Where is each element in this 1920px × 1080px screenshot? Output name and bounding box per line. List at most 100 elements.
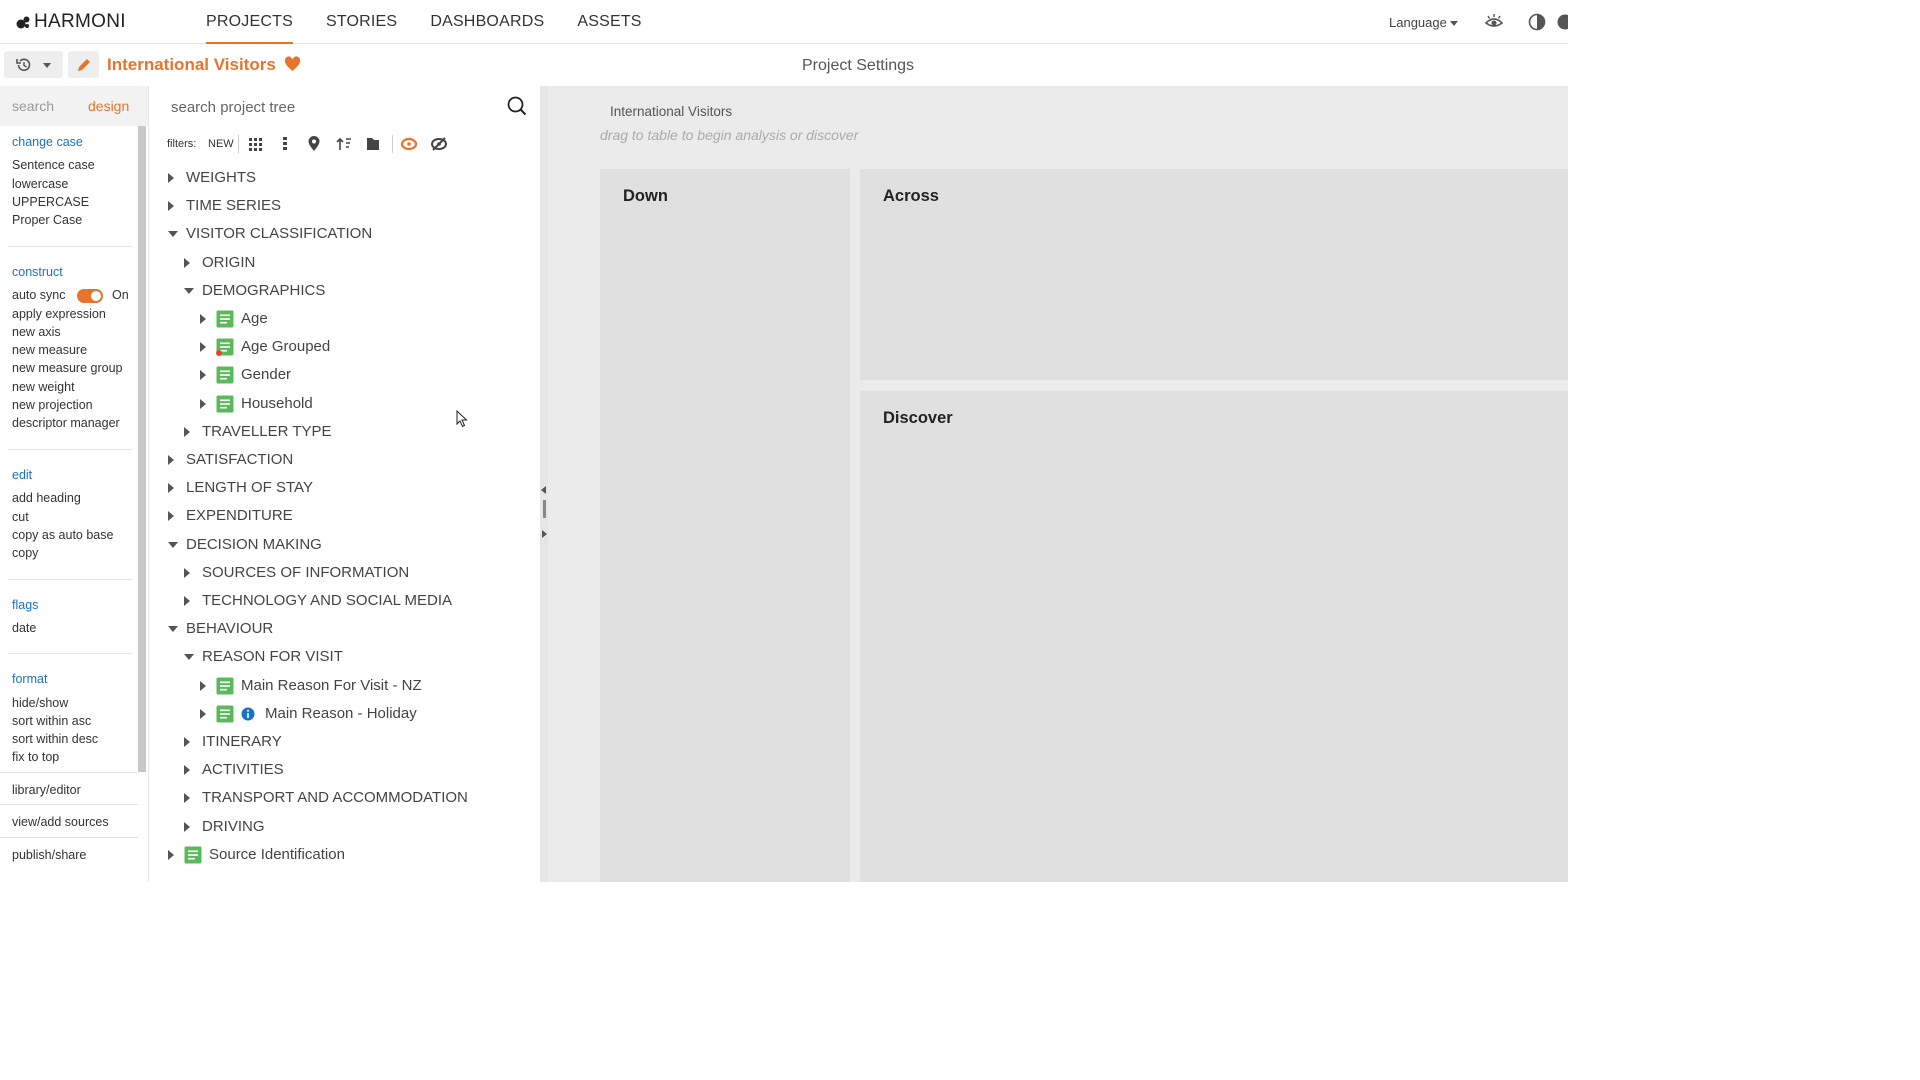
sort-filter-icon[interactable] xyxy=(335,135,353,153)
fix-to-top-action[interactable]: fix to top xyxy=(12,750,59,764)
history-button[interactable] xyxy=(4,51,63,78)
eye-icon[interactable] xyxy=(1484,13,1504,31)
nav-tab-stories[interactable]: STORIES xyxy=(326,0,397,44)
column-filter-icon[interactable] xyxy=(276,135,294,153)
tree-search-input[interactable] xyxy=(171,95,501,119)
chevron-right-icon[interactable] xyxy=(184,765,190,776)
chevron-right-icon[interactable] xyxy=(184,257,190,268)
add-heading-action[interactable]: add heading xyxy=(12,491,81,505)
chevron-down-icon[interactable] xyxy=(184,654,194,661)
help-icon[interactable] xyxy=(1556,13,1574,31)
expand-right-icon[interactable] xyxy=(541,530,547,538)
chevron-right-icon[interactable] xyxy=(184,737,190,747)
publish-share-link[interactable]: publish/share xyxy=(0,837,138,869)
edit-project-button[interactable] xyxy=(68,51,99,78)
down-drop-zone[interactable]: Down xyxy=(600,169,850,882)
proper-case-action[interactable]: Proper Case xyxy=(12,213,82,227)
chevron-right-icon[interactable] xyxy=(200,370,206,381)
search-icon[interactable] xyxy=(507,96,527,116)
chevron-right-icon[interactable] xyxy=(184,426,190,437)
chevron-right-icon[interactable] xyxy=(200,314,206,324)
library-editor-link[interactable]: library/editor xyxy=(0,772,138,804)
tree-folder-item[interactable]: TRANSPORT AND ACCOMMODATION xyxy=(149,787,537,809)
eye-filter-icon[interactable] xyxy=(400,135,418,153)
chevron-right-icon[interactable] xyxy=(184,596,190,606)
tree-folder-item[interactable]: ITINERARY xyxy=(149,731,537,753)
tree-folder-item[interactable]: SOURCES OF INFORMATION xyxy=(149,562,537,584)
tree-folder-item[interactable]: DEMOGRAPHICS xyxy=(149,280,537,302)
hide-show-action[interactable]: hide/show xyxy=(12,696,68,710)
cut-action[interactable]: cut xyxy=(12,510,29,524)
section-format[interactable]: format xyxy=(12,672,47,686)
tree-variable-item[interactable]: Household xyxy=(149,393,537,415)
nav-tab-dashboards[interactable]: DASHBOARDS xyxy=(430,0,544,44)
chevron-right-icon[interactable] xyxy=(184,567,190,578)
chevron-right-icon[interactable] xyxy=(168,511,174,522)
section-change-case[interactable]: change case xyxy=(12,135,83,149)
sort-within-desc-action[interactable]: sort within desc xyxy=(12,732,98,746)
chevron-right-icon[interactable] xyxy=(184,793,190,804)
info-icon[interactable] xyxy=(241,707,255,721)
sentence-case-action[interactable]: Sentence case xyxy=(12,158,95,172)
tree-folder-item[interactable]: TRAVELLER TYPE xyxy=(149,421,537,443)
chevron-down-icon[interactable] xyxy=(184,287,194,294)
chevron-down-icon[interactable] xyxy=(168,231,178,238)
view-add-sources-link[interactable]: view/add sources xyxy=(0,804,138,836)
chevron-right-icon[interactable] xyxy=(168,849,174,860)
lowercase-action[interactable]: lowercase xyxy=(12,177,68,191)
splitter-handle-icon[interactable] xyxy=(543,500,546,518)
tab-design[interactable]: design xyxy=(88,98,129,114)
new-weight-action[interactable]: new weight xyxy=(12,380,75,394)
chevron-right-icon[interactable] xyxy=(168,201,174,212)
eye-off-filter-icon[interactable] xyxy=(430,135,448,153)
chevron-down-icon[interactable] xyxy=(168,541,178,548)
contrast-icon[interactable] xyxy=(1528,13,1546,31)
tree-folder-item[interactable]: REASON FOR VISIT xyxy=(149,646,537,668)
tree-folder-item[interactable]: TECHNOLOGY AND SOCIAL MEDIA xyxy=(149,590,537,612)
tree-folder-item[interactable]: LENGTH OF STAY xyxy=(149,477,537,499)
sort-within-asc-action[interactable]: sort within asc xyxy=(12,714,91,728)
sidebar-scrollbar[interactable] xyxy=(138,126,146,772)
tree-folder-item[interactable]: ACTIVITIES xyxy=(149,759,537,781)
tree-folder-item[interactable]: SATISFACTION xyxy=(149,449,537,471)
chevron-down-icon[interactable] xyxy=(168,626,178,633)
copy-action[interactable]: copy xyxy=(12,546,38,560)
copy-as-auto-base-action[interactable]: copy as auto base xyxy=(12,528,113,542)
chevron-right-icon[interactable] xyxy=(168,173,174,183)
apply-expression-action[interactable]: apply expression xyxy=(12,307,106,321)
harmoni-logo[interactable]: HARMONI xyxy=(16,11,126,33)
tree-variable-item[interactable]: Main Reason - Holiday xyxy=(149,703,537,725)
tree-folder-item[interactable]: DRIVING xyxy=(149,816,537,838)
map-pin-filter-icon[interactable] xyxy=(305,135,323,153)
chevron-right-icon[interactable] xyxy=(200,398,206,409)
new-axis-action[interactable]: new axis xyxy=(12,325,61,339)
nav-tab-projects[interactable]: PROJECTS xyxy=(206,0,293,44)
heart-icon[interactable] xyxy=(284,56,301,72)
tree-variable-item[interactable]: Main Reason For Visit - NZ xyxy=(149,675,537,697)
chevron-right-icon[interactable] xyxy=(168,483,174,494)
tree-folder-item[interactable]: WEIGHTS xyxy=(149,167,537,189)
filter-new-button[interactable]: NEW xyxy=(208,138,234,150)
tree-variable-item[interactable]: Source Identification xyxy=(149,844,537,866)
chevron-right-icon[interactable] xyxy=(200,342,206,353)
tab-search[interactable]: search xyxy=(12,98,54,114)
tree-folder-item[interactable]: BEHAVIOUR xyxy=(149,618,537,640)
collapse-left-icon[interactable] xyxy=(541,486,547,494)
tree-variable-item[interactable]: Gender xyxy=(149,364,537,386)
tree-folder-item[interactable]: EXPENDITURE xyxy=(149,505,537,527)
tree-folder-item[interactable]: ORIGIN xyxy=(149,252,537,274)
chevron-right-icon[interactable] xyxy=(200,708,206,719)
section-flags[interactable]: flags xyxy=(12,598,38,612)
new-measure-group-action[interactable]: new measure group xyxy=(12,361,122,375)
descriptor-manager-action[interactable]: descriptor manager xyxy=(12,416,120,430)
grid-filter-icon[interactable] xyxy=(247,135,265,153)
date-flag-action[interactable]: date xyxy=(12,621,36,635)
tree-variable-item[interactable]: Age Grouped xyxy=(149,336,537,358)
section-construct[interactable]: construct xyxy=(12,265,63,279)
chevron-right-icon[interactable] xyxy=(200,680,206,691)
section-edit[interactable]: edit xyxy=(12,468,32,482)
discover-drop-zone[interactable]: Discover xyxy=(860,391,1568,882)
language-dropdown[interactable]: Language xyxy=(1389,15,1458,30)
chevron-right-icon[interactable] xyxy=(184,821,190,832)
tree-variable-item[interactable]: Age xyxy=(149,308,537,330)
